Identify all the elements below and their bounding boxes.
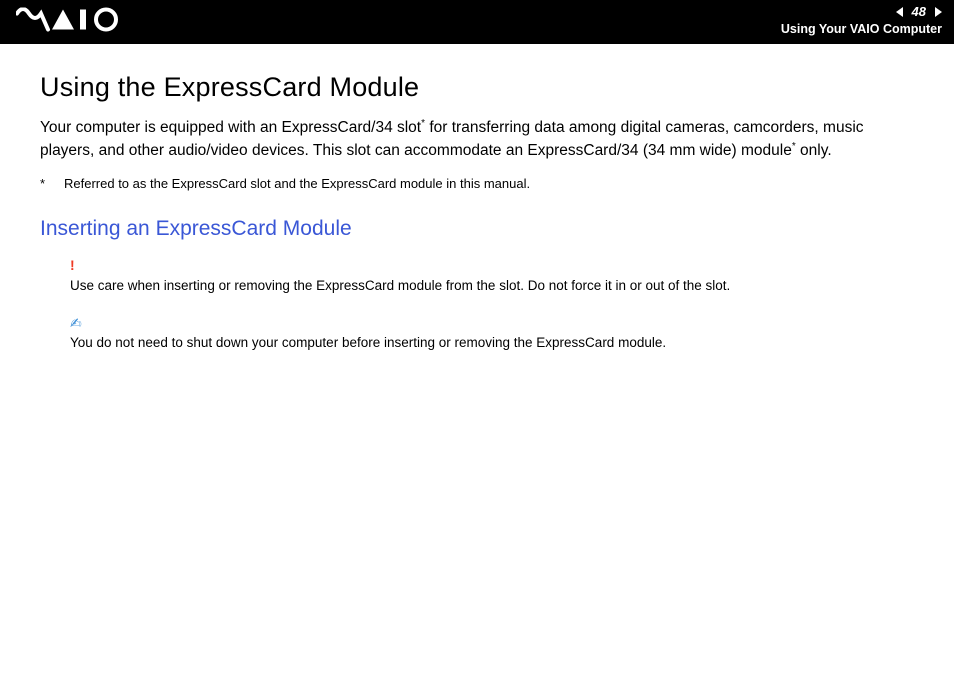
footnote-text: Referred to as the ExpressCard slot and … (64, 176, 530, 191)
tip-note: ✍︎ You do not need to shut down your com… (70, 313, 914, 353)
page-content: Using the ExpressCard Module Your comput… (0, 44, 954, 353)
tip-text: You do not need to shut down your comput… (70, 333, 914, 353)
page-title: Using the ExpressCard Module (40, 72, 914, 103)
vaio-logo (16, 8, 126, 37)
triangle-left-icon (894, 6, 906, 18)
triangle-right-icon (932, 6, 944, 18)
prev-page-button[interactable] (894, 6, 906, 18)
intro-text-3: only. (796, 142, 832, 159)
next-page-button[interactable] (932, 6, 944, 18)
header-bar: 48 Using Your VAIO Computer (0, 0, 954, 44)
footnote-asterisk: * (40, 176, 48, 191)
footnote: * Referred to as the ExpressCard slot an… (40, 176, 914, 191)
intro-paragraph: Your computer is equipped with an Expres… (40, 117, 914, 162)
exclamation-icon: ! (70, 255, 914, 275)
vaio-logo-svg (16, 8, 126, 32)
page-number: 48 (910, 4, 928, 19)
section-subtitle: Inserting an ExpressCard Module (40, 217, 914, 241)
page-nav: 48 (894, 4, 944, 19)
section-title: Using Your VAIO Computer (781, 22, 942, 36)
pencil-icon: ✍︎ (70, 313, 914, 333)
caution-text: Use care when inserting or removing the … (70, 276, 914, 296)
intro-text-1: Your computer is equipped with an Expres… (40, 119, 421, 136)
caution-note: ! Use care when inserting or removing th… (70, 255, 914, 295)
